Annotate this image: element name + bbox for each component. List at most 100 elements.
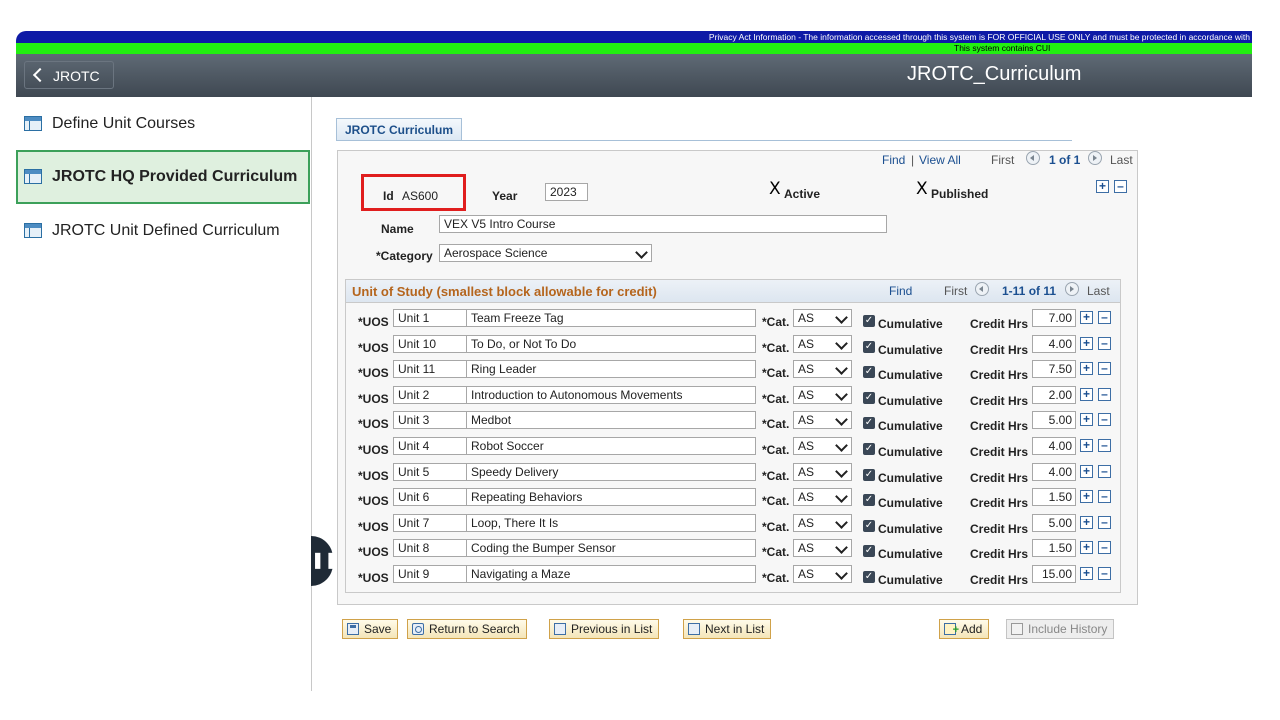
save-button[interactable]: Save bbox=[342, 619, 399, 639]
delete-row-icon[interactable]: – bbox=[1098, 490, 1111, 504]
cat-select[interactable]: AS bbox=[793, 437, 852, 455]
published-checkbox[interactable]: X bbox=[916, 181, 928, 198]
cumulative-checkbox[interactable]: ✓ bbox=[863, 340, 875, 353]
cat-select[interactable]: AS bbox=[793, 411, 852, 430]
add-row-icon[interactable]: + bbox=[1080, 490, 1093, 504]
cumulative-checkbox[interactable]: ✓ bbox=[863, 417, 875, 430]
delete-row-icon[interactable]: – bbox=[1098, 387, 1111, 401]
credit-hours-field[interactable]: 2.00 bbox=[1032, 385, 1076, 404]
uos-description-field[interactable]: Team Freeze Tag bbox=[466, 309, 756, 327]
uos-field[interactable]: Unit 8 bbox=[393, 539, 467, 558]
year-field[interactable]: 2023 bbox=[545, 183, 588, 201]
tab-jrotc-curriculum[interactable]: JROTC Curriculum bbox=[336, 118, 463, 141]
cat-select[interactable]: AS bbox=[793, 488, 852, 507]
add-row-icon[interactable]: + bbox=[1080, 336, 1093, 350]
sidebar-item-hq-curriculum[interactable]: JROTC HQ Provided Curriculum bbox=[16, 150, 310, 204]
uos-description-field[interactable]: Coding the Bumper Sensor bbox=[466, 539, 756, 558]
grid-find-link[interactable]: Find bbox=[889, 284, 912, 298]
uos-field[interactable]: Unit 4 bbox=[393, 437, 467, 455]
add-row-icon[interactable]: + bbox=[1080, 464, 1093, 478]
cumulative-checkbox[interactable]: ✓ bbox=[863, 366, 875, 379]
add-row-icon[interactable]: + bbox=[1080, 362, 1093, 376]
grid-previous-icon[interactable] bbox=[975, 282, 989, 296]
credit-hours-field[interactable]: 5.00 bbox=[1032, 513, 1076, 532]
cat-select[interactable]: AS bbox=[793, 334, 852, 353]
credit-hours-field[interactable]: 5.00 bbox=[1032, 411, 1076, 430]
uos-field[interactable]: Unit 3 bbox=[393, 411, 467, 430]
cat-select[interactable]: AS bbox=[793, 360, 852, 379]
cat-select[interactable]: AS bbox=[793, 565, 852, 583]
collapse-sidebar-handle[interactable]: ❚❚ bbox=[311, 536, 338, 586]
view-all-link[interactable]: View All bbox=[919, 153, 961, 167]
cat-select[interactable]: AS bbox=[793, 513, 852, 532]
delete-row-icon[interactable]: – bbox=[1098, 567, 1111, 580]
uos-description-field[interactable]: Loop, There It Is bbox=[466, 513, 756, 532]
delete-row-icon[interactable]: – bbox=[1114, 180, 1127, 193]
uos-description-field[interactable]: To Do, or Not To Do bbox=[466, 334, 756, 353]
uos-description-field[interactable]: Navigating a Maze bbox=[466, 565, 756, 583]
credit-hours-field[interactable]: 7.50 bbox=[1032, 360, 1076, 379]
cumulative-checkbox[interactable]: ✓ bbox=[863, 443, 875, 455]
cat-select[interactable]: AS bbox=[793, 309, 852, 327]
name-field[interactable]: VEX V5 Intro Course bbox=[439, 215, 887, 233]
grid-next-icon[interactable] bbox=[1065, 282, 1079, 296]
next-record-icon[interactable] bbox=[1088, 151, 1102, 165]
active-checkbox[interactable]: X bbox=[769, 181, 781, 198]
credit-hours-field[interactable]: 4.00 bbox=[1032, 437, 1076, 455]
delete-row-icon[interactable]: – bbox=[1098, 413, 1111, 427]
sidebar-item-define-unit-courses[interactable]: Define Unit Courses bbox=[16, 97, 310, 151]
delete-row-icon[interactable]: – bbox=[1098, 311, 1111, 324]
cumulative-checkbox[interactable]: ✓ bbox=[863, 519, 875, 532]
previous-in-list-button[interactable]: Previous in List bbox=[549, 619, 660, 639]
uos-description-field[interactable]: Repeating Behaviors bbox=[466, 488, 756, 507]
include-history-button[interactable]: Include History bbox=[1006, 619, 1115, 639]
return-to-search-button[interactable]: Return to Search bbox=[407, 619, 527, 639]
credit-hours-field[interactable]: 7.00 bbox=[1032, 309, 1076, 327]
uos-field[interactable]: Unit 9 bbox=[393, 565, 467, 583]
back-button[interactable]: JROTC bbox=[24, 61, 114, 89]
add-row-icon[interactable]: + bbox=[1080, 515, 1093, 529]
delete-row-icon[interactable]: – bbox=[1098, 464, 1111, 478]
delete-row-icon[interactable]: – bbox=[1098, 515, 1111, 529]
cat-select[interactable]: AS bbox=[793, 462, 852, 481]
cumulative-checkbox[interactable]: ✓ bbox=[863, 494, 875, 507]
credit-hours-field[interactable]: 15.00 bbox=[1032, 565, 1076, 583]
add-row-icon[interactable]: + bbox=[1080, 567, 1093, 580]
add-row-icon[interactable]: + bbox=[1080, 311, 1093, 324]
credit-hours-field[interactable]: 1.50 bbox=[1032, 539, 1076, 558]
credit-hours-field[interactable]: 1.50 bbox=[1032, 488, 1076, 507]
cumulative-checkbox[interactable]: ✓ bbox=[863, 545, 875, 558]
next-in-list-button[interactable]: Next in List bbox=[683, 619, 772, 639]
delete-row-icon[interactable]: – bbox=[1098, 362, 1111, 376]
uos-field[interactable]: Unit 11 bbox=[393, 360, 467, 379]
credit-hours-field[interactable]: 4.00 bbox=[1032, 462, 1076, 481]
cat-select[interactable]: AS bbox=[793, 539, 852, 558]
cumulative-checkbox[interactable]: ✓ bbox=[863, 571, 875, 583]
uos-description-field[interactable]: Ring Leader bbox=[466, 360, 756, 379]
previous-record-icon[interactable] bbox=[1026, 151, 1040, 165]
uos-field[interactable]: Unit 10 bbox=[393, 334, 467, 353]
uos-description-field[interactable]: Introduction to Autonomous Movements bbox=[466, 385, 756, 404]
sidebar-item-unit-defined-curriculum[interactable]: JROTC Unit Defined Curriculum bbox=[16, 204, 310, 258]
add-row-icon[interactable]: + bbox=[1080, 387, 1093, 401]
delete-row-icon[interactable]: – bbox=[1098, 541, 1111, 555]
uos-description-field[interactable]: Robot Soccer bbox=[466, 437, 756, 455]
find-link[interactable]: Find bbox=[882, 153, 905, 167]
cumulative-checkbox[interactable]: ✓ bbox=[863, 391, 875, 404]
uos-field[interactable]: Unit 7 bbox=[393, 513, 467, 532]
add-row-icon[interactable]: + bbox=[1080, 413, 1093, 427]
uos-field[interactable]: Unit 2 bbox=[393, 385, 467, 404]
uos-field[interactable]: Unit 5 bbox=[393, 462, 467, 481]
category-select[interactable]: Aerospace Science bbox=[439, 244, 652, 262]
delete-row-icon[interactable]: – bbox=[1098, 336, 1111, 350]
uos-description-field[interactable]: Speedy Delivery bbox=[466, 462, 756, 481]
uos-field[interactable]: Unit 1 bbox=[393, 309, 467, 327]
add-row-icon[interactable]: + bbox=[1080, 541, 1093, 555]
uos-field[interactable]: Unit 6 bbox=[393, 488, 467, 507]
add-button[interactable]: Add bbox=[939, 619, 990, 639]
add-row-icon[interactable]: + bbox=[1096, 180, 1109, 193]
credit-hours-field[interactable]: 4.00 bbox=[1032, 334, 1076, 353]
cat-select[interactable]: AS bbox=[793, 385, 852, 404]
cumulative-checkbox[interactable]: ✓ bbox=[863, 468, 875, 481]
uos-description-field[interactable]: Medbot bbox=[466, 411, 756, 430]
